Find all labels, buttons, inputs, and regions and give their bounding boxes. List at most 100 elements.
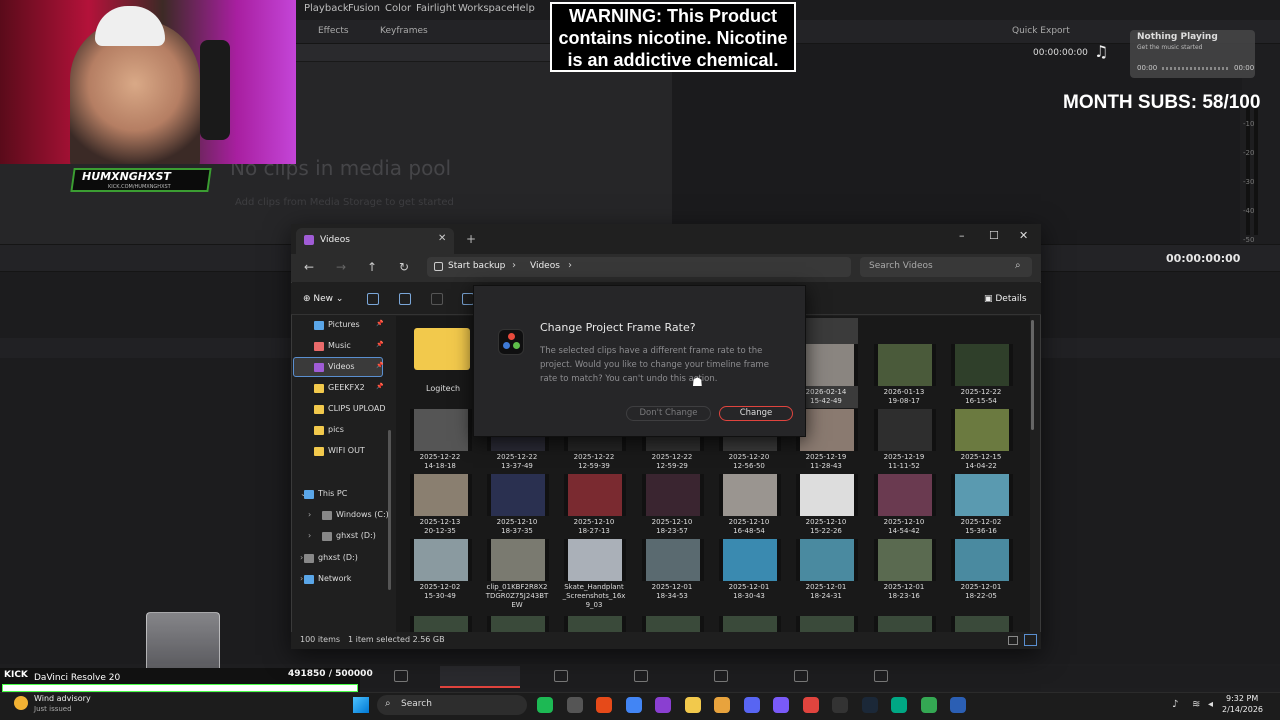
search-icon[interactable]: ⌕ xyxy=(1015,260,1021,271)
taskbar-app-icon[interactable] xyxy=(655,697,671,713)
wifi-icon[interactable]: ≋ xyxy=(1192,699,1200,710)
nav-item-pics[interactable]: pics xyxy=(292,421,392,441)
cut-icon[interactable] xyxy=(367,293,379,305)
nav-item-geekfx2[interactable]: GEEKFX2 📌 xyxy=(292,379,392,399)
video-tile[interactable]: clip_01KBF2R8X2 TDGR0Z75J243BT EW xyxy=(473,539,549,609)
nav-item-windows-c[interactable]: › Windows (C:) xyxy=(292,506,392,526)
nav-item-ghxst-d[interactable]: › ghxst (D:) xyxy=(292,549,392,569)
copy-icon[interactable] xyxy=(399,293,411,305)
menu-fairlight[interactable]: Fairlight xyxy=(416,3,456,14)
speaker-icon[interactable]: ◂ xyxy=(1208,699,1213,710)
up-arrow-icon[interactable]: ↑ xyxy=(367,260,377,274)
video-thumbnail[interactable] xyxy=(487,616,549,632)
video-tile[interactable]: 2026-01-13 19-08-17 xyxy=(860,344,936,408)
taskbar-app-icon[interactable] xyxy=(566,697,583,713)
video-tile[interactable]: 2025-12-02 15-30-49 xyxy=(396,539,472,603)
chevron-right-icon[interactable]: › xyxy=(308,510,311,519)
fairlight-page-icon[interactable] xyxy=(794,670,808,682)
chevron-right-icon[interactable]: › xyxy=(568,260,572,271)
taskbar-app-icon[interactable] xyxy=(802,697,819,713)
video-tile[interactable]: 2025-12-10 18-27-13 xyxy=(550,474,626,538)
taskbar-app-icon[interactable] xyxy=(714,697,730,713)
keyframes-button[interactable]: Keyframes xyxy=(380,26,428,36)
video-thumbnail[interactable] xyxy=(642,616,704,632)
taskbar-app-icon[interactable] xyxy=(861,697,878,713)
taskbar-app-icon[interactable] xyxy=(891,697,907,713)
video-tile[interactable]: 2025-12-15 14-04-22 xyxy=(937,409,1013,473)
chevron-right-icon[interactable]: › xyxy=(308,531,311,540)
chevron-right-icon[interactable]: › xyxy=(512,260,516,271)
nav-item-ghxst-d[interactable]: › ghxst (D:) xyxy=(292,527,392,547)
microphone-icon[interactable]: ♪ xyxy=(1172,699,1178,710)
folder-icon[interactable] xyxy=(414,328,470,370)
deliver-page-icon[interactable] xyxy=(874,670,888,682)
taskbar-search[interactable] xyxy=(377,695,527,715)
chevron-right-icon[interactable]: › xyxy=(300,553,303,562)
video-tile[interactable]: 2025-12-10 14-54-42 xyxy=(860,474,936,538)
weather-title[interactable]: Wind advisory xyxy=(34,694,91,703)
fusion-page-icon[interactable] xyxy=(634,670,648,682)
video-thumbnail[interactable] xyxy=(719,616,781,632)
menu-color[interactable]: Color xyxy=(385,3,411,14)
taskbar-app-icon[interactable] xyxy=(743,697,760,713)
video-tile[interactable]: 2025-12-01 18-22-05 xyxy=(937,539,1013,603)
taskbar-app-icon[interactable] xyxy=(950,697,966,713)
details-button[interactable]: ▣ Details xyxy=(984,294,1027,304)
menu-fusion[interactable]: Fusion xyxy=(348,3,380,14)
video-tile[interactable]: 2025-12-22 14-18-18 xyxy=(396,409,472,473)
video-tile[interactable]: 2025-12-01 18-30-43 xyxy=(705,539,781,603)
chevron-right-icon[interactable]: › xyxy=(300,574,303,583)
close-window-icon[interactable]: ✕ xyxy=(1019,229,1028,242)
video-tile[interactable]: 2025-12-10 18-37-35 xyxy=(473,474,549,538)
video-tile[interactable]: 2025-12-01 18-23-16 xyxy=(860,539,936,603)
menu-help[interactable]: Help xyxy=(512,3,535,14)
nav-item-videos[interactable]: Videos 📌 xyxy=(292,358,392,378)
video-tile[interactable]: 2025-12-01 18-24-31 xyxy=(782,539,858,603)
video-thumbnail[interactable] xyxy=(874,616,936,632)
taskbar-app-icon[interactable] xyxy=(537,697,553,713)
nav-item-clips-upload[interactable]: CLIPS UPLOAD xyxy=(292,400,392,420)
nav-item-this-pc[interactable]: ⌄This PC xyxy=(292,485,392,505)
list-view-icon[interactable] xyxy=(1008,636,1018,645)
video-tile[interactable]: 2025-12-10 18-23-57 xyxy=(628,474,704,538)
video-tile[interactable]: 2025-12-19 11-11-52 xyxy=(860,409,936,473)
forward-arrow-icon[interactable]: → xyxy=(336,260,346,274)
video-thumbnail[interactable] xyxy=(564,616,626,632)
menu-playback[interactable]: Playback xyxy=(304,3,349,14)
menu-workspace[interactable]: Workspace xyxy=(458,3,513,14)
windows-start-icon[interactable] xyxy=(353,697,369,713)
video-tile[interactable]: 2025-12-10 15-22-26 xyxy=(782,474,858,538)
taskbar-app-icon[interactable] xyxy=(684,697,701,713)
media-page-icon[interactable] xyxy=(394,670,408,682)
grid-view-icon[interactable] xyxy=(1024,634,1037,646)
taskbar-app-icon[interactable] xyxy=(596,697,612,713)
video-tile[interactable]: Skate_Handplant _Screenshots_16x 9_03 xyxy=(550,539,626,609)
nav-item-network[interactable]: › Network xyxy=(292,570,392,590)
taskbar-app-icon[interactable] xyxy=(773,697,789,713)
taskbar-app-icon[interactable] xyxy=(920,697,937,713)
back-arrow-icon[interactable]: ← xyxy=(304,260,314,274)
refresh-icon[interactable]: ↻ xyxy=(399,260,409,274)
nav-item-pictures[interactable]: Pictures 📌 xyxy=(292,316,392,336)
weather-warning-icon[interactable] xyxy=(14,696,28,710)
taskbar-app-icon[interactable] xyxy=(625,697,642,713)
breadcrumb-start-backup[interactable]: Start backup xyxy=(448,261,505,271)
quick-export-button[interactable]: Quick Export xyxy=(1012,26,1070,36)
nav-item-wifi-out[interactable]: WIFI OUT xyxy=(292,442,392,462)
video-tile[interactable]: 2025-12-02 15-36-16 xyxy=(937,474,1013,538)
video-thumbnail[interactable] xyxy=(410,616,472,632)
new-button[interactable]: ⊕ New ⌄ xyxy=(303,294,343,304)
video-tile[interactable]: 2025-12-01 18-34-53 xyxy=(628,539,704,603)
paste-icon[interactable] xyxy=(431,293,443,305)
video-tile[interactable]: 2025-12-22 16-15-54 xyxy=(937,344,1013,408)
content-scrollbar[interactable] xyxy=(1031,320,1034,430)
color-page-icon[interactable] xyxy=(714,670,728,682)
tab-close-icon[interactable]: ✕ xyxy=(438,233,446,244)
breadcrumb-videos[interactable]: Videos xyxy=(530,261,560,271)
video-thumbnail[interactable] xyxy=(796,616,858,632)
video-thumbnail[interactable] xyxy=(951,616,1013,632)
change-button[interactable]: Change xyxy=(719,406,793,421)
cut-page-tab[interactable] xyxy=(440,666,520,688)
effects-button[interactable]: Effects xyxy=(318,26,349,36)
dont-change-button[interactable]: Don't Change xyxy=(626,406,711,421)
